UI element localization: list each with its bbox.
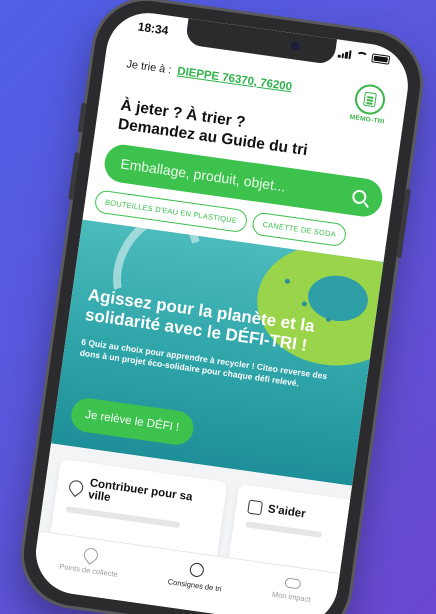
memo-tri-button[interactable]: MÉMO-TRI — [347, 82, 392, 126]
tab-points-de-collecte[interactable]: Points de collecte — [59, 544, 121, 579]
app-screen: 18:34 Je trie à : DIEPPE 76370, 76200 MÉ… — [30, 7, 414, 614]
notch — [184, 18, 338, 66]
memo-tri-circle — [353, 82, 387, 117]
tab-label: Consignes de tri — [167, 577, 223, 594]
tab-mon-impact[interactable]: Mon impact — [271, 574, 313, 604]
status-time: 18:34 — [136, 19, 170, 38]
side-button — [396, 188, 411, 259]
defi-button[interactable]: Je relève le DÉFI ! — [69, 396, 196, 447]
camera — [290, 40, 301, 52]
search-icon[interactable] — [351, 189, 368, 205]
card-saider-subtext — [245, 521, 323, 538]
memo-tri-label: MÉMO-TRI — [349, 113, 386, 126]
defi-tri-banner: Agissez pour la planète et la solidarité… — [51, 219, 384, 486]
chip-canette[interactable]: CANETTE DE SODA — [251, 211, 348, 248]
list-icon — [363, 91, 377, 108]
signal-icon — [337, 49, 353, 60]
cloud-icon — [284, 577, 302, 590]
search-icon — [188, 562, 205, 578]
trie-label: Je trie à : — [125, 58, 173, 77]
status-icons — [337, 49, 391, 65]
stage: 18:34 Je trie à : DIEPPE 76370, 76200 MÉ… — [0, 0, 436, 614]
wifi-icon — [355, 51, 369, 62]
map-pin-icon — [80, 545, 101, 565]
card-saider-label: S'aider — [267, 503, 307, 521]
tab-label: Mon impact — [271, 589, 312, 604]
side-button — [77, 102, 87, 133]
side-button — [68, 151, 80, 201]
tab-consignes-de-tri[interactable]: Consignes de tri — [167, 559, 224, 594]
location-add-icon — [66, 477, 86, 498]
document-icon — [247, 499, 264, 516]
phone-frame: 18:34 Je trie à : DIEPPE 76370, 76200 MÉ… — [17, 0, 427, 614]
city-link[interactable]: DIEPPE 76370, 76200 — [176, 65, 292, 93]
battery-icon — [371, 53, 391, 65]
